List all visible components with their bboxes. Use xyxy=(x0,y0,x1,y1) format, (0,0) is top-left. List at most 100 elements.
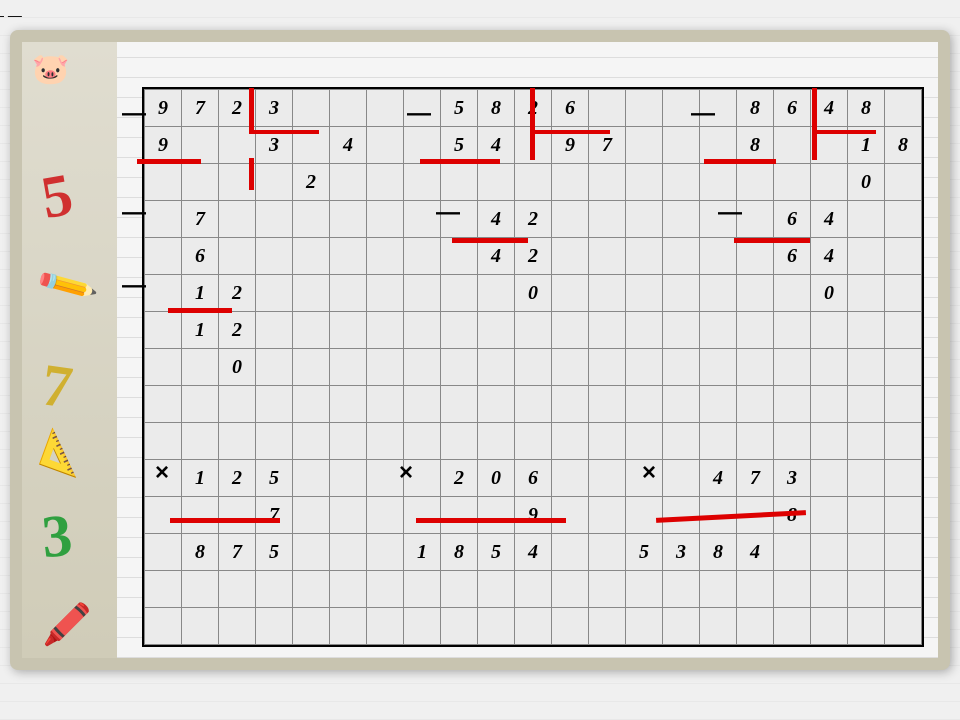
grid-cell xyxy=(700,127,737,164)
grid-cell xyxy=(737,201,774,238)
grid-cell xyxy=(848,497,885,534)
grid-cell: 1 xyxy=(182,312,219,349)
grid-cell xyxy=(589,164,626,201)
grid-cell xyxy=(515,164,552,201)
grid-cell xyxy=(663,386,700,423)
grid-cell xyxy=(626,571,663,608)
grid-cell xyxy=(700,312,737,349)
grid-cell xyxy=(330,164,367,201)
grid-cell xyxy=(182,127,219,164)
grid-cell xyxy=(478,312,515,349)
grid-cell xyxy=(774,275,811,312)
grid-cell xyxy=(404,349,441,386)
grid-cell xyxy=(700,608,737,645)
grid-cell: 7 xyxy=(182,201,219,238)
grid-cell xyxy=(737,423,774,460)
grid-cell xyxy=(145,386,182,423)
grid-cell: 2 xyxy=(219,312,256,349)
grid-cell xyxy=(145,571,182,608)
grid-cell xyxy=(552,497,589,534)
grid-cell xyxy=(441,312,478,349)
grid-cell xyxy=(293,497,330,534)
grid-cell xyxy=(700,571,737,608)
grid-cell: 7 xyxy=(256,497,293,534)
grid-cell xyxy=(182,497,219,534)
handwritten-line xyxy=(530,130,610,134)
worksheet-inner: 🐷 573 ✏️ 📐 🖍️ 97235826864893454978182074… xyxy=(22,42,938,658)
grid-cell xyxy=(145,497,182,534)
grid-cell xyxy=(293,460,330,497)
grid-cell xyxy=(145,238,182,275)
grid-cell: 0 xyxy=(515,275,552,312)
grid-cell xyxy=(330,238,367,275)
grid-cell xyxy=(330,312,367,349)
grid-cell xyxy=(330,571,367,608)
grid-cell: 1 xyxy=(182,275,219,312)
grid-cell: 7 xyxy=(182,90,219,127)
grid-cell xyxy=(552,608,589,645)
pencil-cup-icon: 🖍️ xyxy=(42,601,92,648)
grid-cell xyxy=(404,201,441,238)
grid-cell xyxy=(330,349,367,386)
grid-cell xyxy=(589,275,626,312)
handwritten-line xyxy=(249,130,319,134)
grid-cell xyxy=(589,534,626,571)
grid-cell xyxy=(885,460,922,497)
grid-cell xyxy=(700,238,737,275)
grid-cell xyxy=(293,312,330,349)
grid-cell xyxy=(626,497,663,534)
grid-cell xyxy=(478,423,515,460)
grid-cell xyxy=(589,201,626,238)
grid-cell xyxy=(145,423,182,460)
grid-cell: 2 xyxy=(293,164,330,201)
grid-cell xyxy=(441,164,478,201)
grid-cell xyxy=(589,238,626,275)
grid-cell xyxy=(885,201,922,238)
handwritten-line xyxy=(452,238,528,243)
handwritten-line xyxy=(249,158,254,190)
grid-cell xyxy=(626,312,663,349)
grid-cell xyxy=(404,127,441,164)
grid-cell: 4 xyxy=(737,534,774,571)
grid-cell xyxy=(626,386,663,423)
grid-cell xyxy=(663,460,700,497)
grid-cell xyxy=(848,460,885,497)
grid-cell xyxy=(256,275,293,312)
grid-cell xyxy=(663,312,700,349)
grid-cell xyxy=(404,608,441,645)
grid-cell xyxy=(737,571,774,608)
grid-cell xyxy=(589,497,626,534)
grid-cell xyxy=(552,349,589,386)
handwritten-line xyxy=(812,88,817,160)
grid-cell xyxy=(589,386,626,423)
grid-cell xyxy=(293,534,330,571)
grid-cell: 8 xyxy=(737,127,774,164)
grid-cell xyxy=(700,349,737,386)
multiply-sign: × xyxy=(642,459,656,487)
grid-cell: 2 xyxy=(515,238,552,275)
grid-cell xyxy=(293,238,330,275)
grid-cell xyxy=(219,571,256,608)
grid-cell: 4 xyxy=(515,534,552,571)
grid-cell xyxy=(293,571,330,608)
grid-cell xyxy=(552,534,589,571)
handwritten-line xyxy=(420,159,500,164)
grid-cell xyxy=(145,275,182,312)
grid-cell xyxy=(848,571,885,608)
grid-cell xyxy=(515,386,552,423)
grid-cell xyxy=(552,164,589,201)
grid-cell xyxy=(552,275,589,312)
grid-cell xyxy=(478,608,515,645)
grid-cell xyxy=(404,423,441,460)
grid-cell: 6 xyxy=(774,90,811,127)
grid-cell xyxy=(367,608,404,645)
multiply-sign: × xyxy=(399,459,413,487)
grid-cell: 9 xyxy=(515,497,552,534)
grid-cell xyxy=(811,423,848,460)
grid-cell xyxy=(885,423,922,460)
grid-cell xyxy=(145,312,182,349)
grid-cell xyxy=(367,238,404,275)
grid-cell xyxy=(552,423,589,460)
grid-cell xyxy=(330,386,367,423)
minus-sign: — xyxy=(122,199,146,227)
